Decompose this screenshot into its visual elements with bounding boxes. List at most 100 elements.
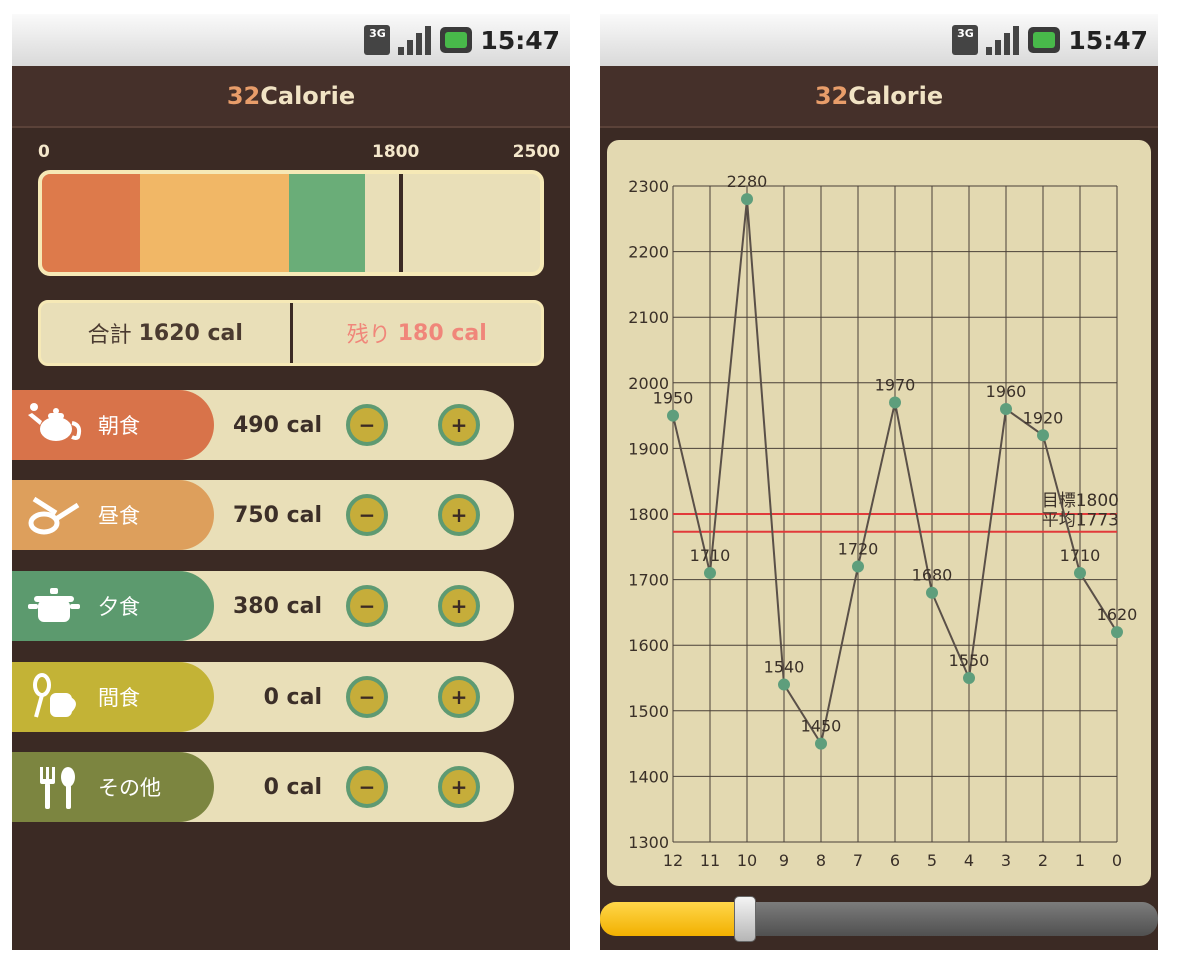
data-label: 1710 <box>1060 546 1101 565</box>
x-tick-label: 3 <box>1001 851 1011 870</box>
minus-icon: − <box>358 413 376 437</box>
status-bar: 3G 15:47 <box>12 14 570 66</box>
range-slider-thumb[interactable] <box>734 896 757 942</box>
3g-network-icon: 3G <box>952 25 979 55</box>
meal-name-snack: 間食 <box>98 686 140 710</box>
x-tick-label: 9 <box>779 851 789 870</box>
data-point <box>889 396 901 409</box>
y-tick-label: 1300 <box>628 833 669 852</box>
data-label: 1550 <box>949 651 990 670</box>
meal-tab-other[interactable]: その他 <box>12 752 214 822</box>
calorie-screen: 3G 15:47 32 Calorie 0 1800 2500 合計 1620 c… <box>12 14 570 950</box>
minus-button-lunch[interactable]: − <box>346 494 388 536</box>
data-label: 1450 <box>801 717 842 736</box>
y-tick-label: 2200 <box>628 243 669 262</box>
meal-tab-dinner[interactable]: 夕食 <box>12 571 214 641</box>
pot-icon <box>24 580 84 632</box>
battery-charging-icon <box>440 27 473 53</box>
app-title: 32 Calorie <box>12 66 570 128</box>
meal-tab-lunch[interactable]: 昼食 <box>12 480 214 550</box>
fork-spoon-icon <box>24 761 84 813</box>
remaining-label: 残り <box>346 323 391 348</box>
minus-icon: − <box>358 503 376 527</box>
x-tick-label: 1 <box>1075 851 1085 870</box>
plus-icon: + <box>450 775 468 799</box>
y-tick-label: 1400 <box>628 767 669 786</box>
minus-icon: − <box>358 594 376 618</box>
x-tick-label: 7 <box>853 851 863 870</box>
meal-row-snack: 間食 0 cal − + <box>12 662 514 732</box>
battery-charging-icon <box>1028 27 1061 53</box>
x-tick-label: 5 <box>927 851 937 870</box>
meal-calories-lunch: 750 cal <box>232 502 322 528</box>
minus-button-snack[interactable]: − <box>346 676 388 718</box>
summary-box: 合計 1620 cal 残り 180 cal <box>38 300 544 366</box>
data-point <box>1000 403 1012 416</box>
gauge-goal-marker <box>398 174 403 272</box>
signal-strength-icon <box>986 25 1020 55</box>
app-title-number: 32 <box>226 82 261 110</box>
x-tick-label: 6 <box>890 851 900 870</box>
data-label: 1680 <box>912 566 953 585</box>
meal-tab-breakfast[interactable]: 朝食 <box>12 390 214 460</box>
app-title-word: Calorie <box>260 82 356 110</box>
range-slider[interactable] <box>600 902 1158 936</box>
reference-line-label: 平均1773 <box>1042 511 1119 531</box>
gauge-scale-min: 0 <box>38 142 50 162</box>
data-point <box>815 737 827 750</box>
data-point <box>1074 567 1086 580</box>
data-point <box>741 193 753 206</box>
plus-icon: + <box>450 685 468 709</box>
gauge-scale-goal: 1800 <box>372 142 420 162</box>
app-title-word: Calorie <box>848 82 944 110</box>
x-tick-label: 11 <box>700 851 720 870</box>
plus-button-breakfast[interactable]: + <box>438 404 480 446</box>
y-tick-label: 1500 <box>628 702 669 721</box>
whisk-cup-icon <box>24 671 84 723</box>
data-point <box>963 672 975 684</box>
minus-button-breakfast[interactable]: − <box>346 404 388 446</box>
calorie-history-chart: 1300140015001600170018001900200021002200… <box>628 172 1138 870</box>
meal-calories-dinner: 380 cal <box>232 593 322 619</box>
meal-tab-snack[interactable]: 間食 <box>12 662 214 732</box>
plus-button-lunch[interactable]: + <box>438 494 480 536</box>
data-label: 1920 <box>1023 408 1064 427</box>
data-point <box>852 560 864 573</box>
x-tick-label: 8 <box>816 851 826 870</box>
meal-row-dinner: 夕食 380 cal − + <box>12 571 514 641</box>
meal-calories-other: 0 cal <box>263 774 322 800</box>
gauge-scale-max: 2500 <box>512 142 560 162</box>
app-title: 32 Calorie <box>600 66 1158 128</box>
minus-button-dinner[interactable]: − <box>346 585 388 627</box>
data-label: 2280 <box>727 172 768 191</box>
meal-row-other: その他 0 cal − + <box>12 752 514 822</box>
x-tick-label: 0 <box>1112 851 1122 870</box>
meal-name-other: その他 <box>98 776 161 800</box>
y-tick-label: 1600 <box>628 636 669 655</box>
gauge-segment-2 <box>289 174 365 272</box>
plus-button-snack[interactable]: + <box>438 676 480 718</box>
minus-icon: − <box>358 775 376 799</box>
frying-pan-icon <box>24 489 84 541</box>
y-tick-label: 1700 <box>628 571 669 590</box>
data-point <box>926 586 938 599</box>
meal-calories-breakfast: 490 cal <box>232 412 322 438</box>
status-bar: 3G 15:47 <box>600 14 1158 66</box>
3g-network-icon: 3G <box>364 25 391 55</box>
data-label: 1970 <box>875 375 916 394</box>
minus-button-other[interactable]: − <box>346 766 388 808</box>
range-slider-fill <box>600 902 746 936</box>
gauge-segment-0 <box>42 174 140 272</box>
meal-row-lunch: 昼食 750 cal − + <box>12 480 514 550</box>
status-clock: 15:47 <box>1068 25 1148 55</box>
x-tick-label: 4 <box>964 851 974 870</box>
x-tick-label: 2 <box>1038 851 1048 870</box>
plus-button-other[interactable]: + <box>438 766 480 808</box>
total-summary: 合計 1620 cal <box>41 303 290 363</box>
data-point <box>1111 626 1123 639</box>
plus-button-dinner[interactable]: + <box>438 585 480 627</box>
data-label: 1710 <box>690 546 731 565</box>
data-label: 1960 <box>986 382 1027 401</box>
data-label: 1620 <box>1097 605 1138 624</box>
data-label: 1720 <box>838 539 879 558</box>
